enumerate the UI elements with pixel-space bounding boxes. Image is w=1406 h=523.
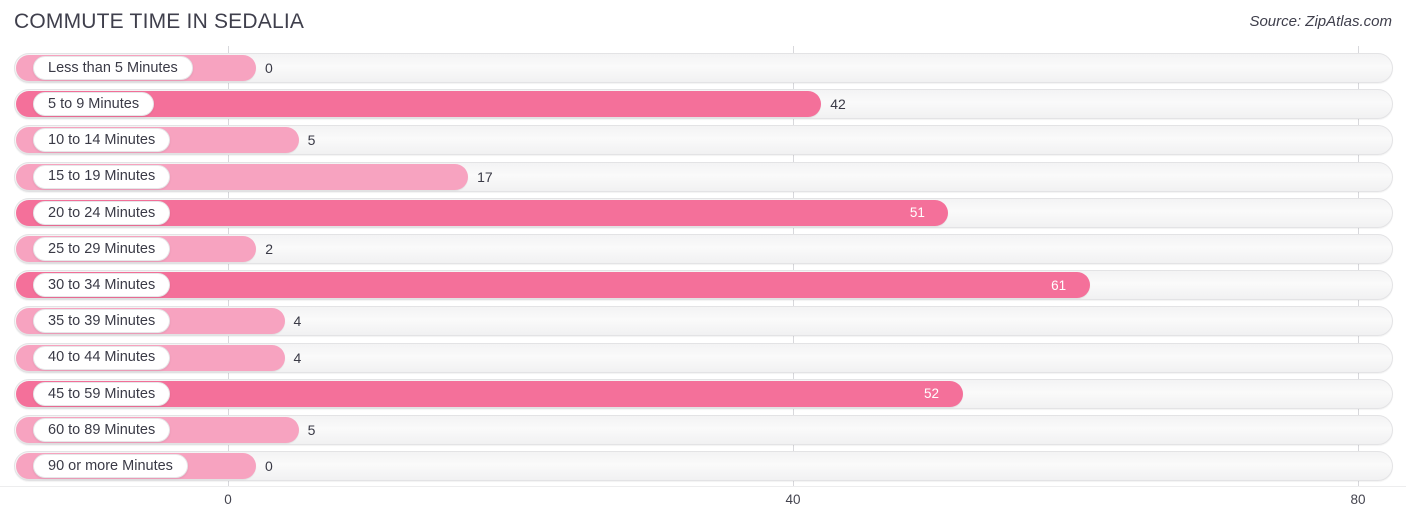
source-attribution: Source: ZipAtlas.com: [1249, 13, 1392, 30]
bar-value-label: 2: [265, 241, 274, 257]
bar-label-text: 5 to 9 Minutes: [48, 95, 140, 112]
bar-label-text: 30 to 34 Minutes: [48, 276, 156, 293]
bar-value-label: 61: [1051, 277, 1067, 293]
bar-label-pill[interactable]: 5 to 9 Minutes: [33, 92, 155, 117]
bar-value-label: 4: [293, 349, 302, 366]
axis-tick-label: 40: [785, 492, 801, 507]
bar-value-label: 5: [307, 422, 316, 438]
bar-label-pill[interactable]: 25 to 29 Minutes: [33, 237, 171, 261]
bar-value-label: 0: [265, 458, 273, 475]
bar-label-pill[interactable]: 90 or more Minutes: [33, 454, 188, 479]
page-title: COMMUTE TIME IN SEDALIA: [14, 10, 305, 33]
bar-label-pill[interactable]: 30 to 34 Minutes: [33, 273, 171, 298]
bar-row[interactable]: 35 to 39 Minutes 4: [0, 306, 1406, 337]
chart-header: COMMUTE TIME IN SEDALIA Source: ZipAtlas…: [0, 0, 1406, 45]
bar-label-text: 60 to 89 Minutes: [48, 421, 156, 438]
bar-label-text: 20 to 24 Minutes: [48, 204, 156, 221]
bar-label-pill[interactable]: 40 to 44 Minutes: [33, 345, 171, 370]
bar-label-pill[interactable]: 35 to 39 Minutes: [33, 309, 171, 334]
bar-row[interactable]: 30 to 34 Minutes 61: [0, 270, 1406, 301]
bar-row[interactable]: 5 to 9 Minutes 42: [0, 89, 1406, 120]
bar-label-text: 15 to 19 Minutes: [48, 168, 156, 185]
bar-label-text: 40 to 44 Minutes: [48, 349, 156, 366]
bar-row[interactable]: 15 to 19 Minutes 17: [0, 161, 1406, 192]
bar-row[interactable]: Less than 5 Minutes 0: [0, 53, 1406, 83]
axis-tick-label: 0: [224, 492, 232, 507]
bar-value-label: 51: [909, 205, 925, 221]
x-axis: 0 40 80: [0, 486, 1406, 523]
bar-value-label: 17: [477, 168, 493, 185]
bar-label-text: 10 to 14 Minutes: [48, 132, 156, 149]
bar-label-pill[interactable]: 60 to 89 Minutes: [33, 418, 171, 442]
bar-value-label: 5: [307, 132, 316, 149]
bar-rows: Less than 5 Minutes 0 5 to 9 Minutes 42 10 t…: [0, 46, 1406, 486]
bar-row[interactable]: 25 to 29 Minutes 2: [0, 234, 1406, 264]
bar-value-label: 4: [293, 313, 302, 330]
axis-divider: [0, 486, 1406, 487]
bar-value-label: 52: [923, 386, 940, 402]
bar-row[interactable]: 45 to 59 Minutes 52: [0, 378, 1406, 409]
bar-label-pill[interactable]: 20 to 24 Minutes: [33, 200, 171, 225]
bar-row[interactable]: 60 to 89 Minutes 5: [0, 415, 1406, 445]
bar-row[interactable]: 90 or more Minutes 0: [0, 451, 1406, 482]
bar-value-label: 0: [265, 60, 273, 76]
bar-label-pill[interactable]: 45 to 59 Minutes: [33, 381, 171, 406]
bar-label-text: 35 to 39 Minutes: [48, 313, 156, 330]
chart-plot-area: Less than 5 Minutes 0 5 to 9 Minutes 42 10 t…: [0, 46, 1406, 486]
bar-fill: [16, 272, 1090, 299]
bar-value-label: 42: [830, 96, 846, 113]
bar-label-text: 45 to 59 Minutes: [48, 385, 156, 402]
bar-label-text: 90 or more Minutes: [48, 457, 173, 474]
bar-row[interactable]: 40 to 44 Minutes 4: [0, 342, 1406, 373]
bar-label-text: Less than 5 Minutes: [48, 59, 178, 76]
bar-label-pill[interactable]: 15 to 19 Minutes: [33, 164, 171, 189]
bar-row[interactable]: 10 to 14 Minutes 5: [0, 125, 1406, 156]
bar-label-text: 25 to 29 Minutes: [48, 240, 156, 257]
bar-row[interactable]: 20 to 24 Minutes 51: [0, 197, 1406, 228]
axis-tick-label: 80: [1350, 492, 1366, 507]
bar-label-pill[interactable]: 10 to 14 Minutes: [33, 128, 171, 153]
bar-label-pill[interactable]: Less than 5 Minutes: [33, 56, 193, 80]
